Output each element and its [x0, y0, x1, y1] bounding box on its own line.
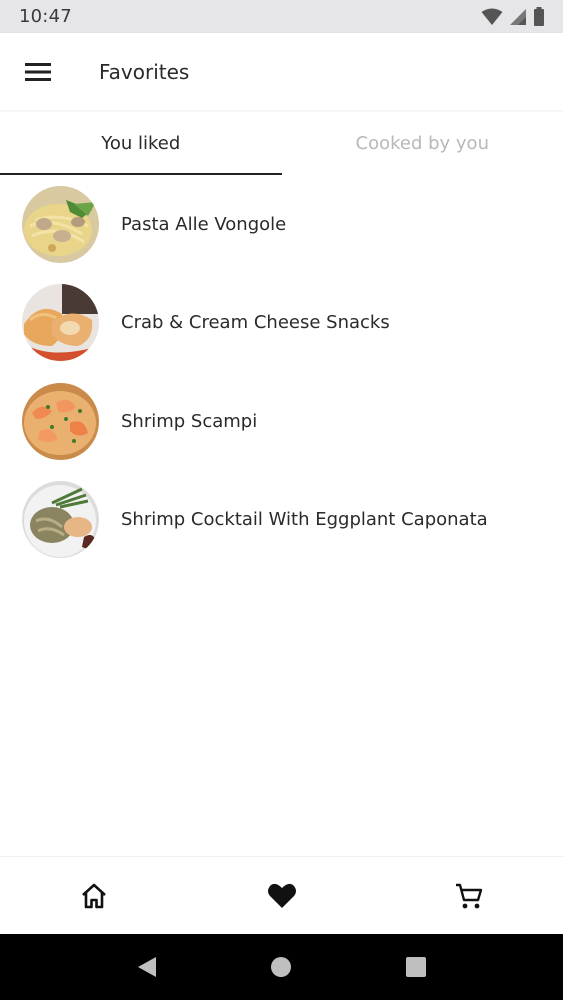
recipe-name: Shrimp Scampi: [121, 410, 258, 432]
list-item[interactable]: Pasta Alle Vongole: [0, 175, 563, 274]
list-item[interactable]: Crab & Cream Cheese Snacks: [0, 274, 563, 373]
recipe-thumbnail: [22, 382, 99, 460]
cart-icon: [456, 883, 483, 908]
system-recents-button[interactable]: [396, 947, 436, 987]
system-back-button[interactable]: [127, 947, 167, 987]
nav-home-button[interactable]: [0, 857, 188, 934]
recipe-thumbnail: [22, 185, 99, 263]
nav-cart-button[interactable]: [375, 857, 563, 934]
bottom-navigation: [0, 856, 563, 934]
favorites-list: Pasta Alle Vongole Crab & Cream Cheese S…: [0, 175, 563, 569]
list-item[interactable]: Shrimp Scampi: [0, 372, 563, 471]
recipe-name: Pasta Alle Vongole: [121, 213, 287, 235]
page-title: Favorites: [99, 59, 190, 84]
list-item[interactable]: Shrimp Cocktail With Eggplant Caponata: [0, 471, 563, 570]
back-triangle-icon: [138, 957, 157, 977]
system-home-button[interactable]: [261, 947, 301, 987]
recents-square-icon: [405, 957, 426, 977]
recipe-name: Shrimp Cocktail With Eggplant Caponata: [121, 509, 488, 531]
menu-button[interactable]: [0, 33, 76, 110]
tab-cooked-by-you[interactable]: Cooked by you: [282, 112, 563, 175]
app-bar: Favorites: [0, 33, 563, 110]
battery-icon: [533, 7, 545, 26]
status-icons: [481, 7, 545, 26]
heart-icon: [267, 883, 296, 908]
recipe-name: Crab & Cream Cheese Snacks: [121, 312, 390, 334]
tab-bar: You liked Cooked by you: [0, 112, 563, 175]
cellular-signal-icon: [509, 8, 527, 26]
recipe-thumbnail: [22, 284, 99, 362]
system-navigation-bar: [0, 934, 563, 1000]
nav-favorites-button[interactable]: [188, 857, 376, 934]
home-icon: [81, 883, 106, 908]
recipe-thumbnail: [22, 481, 99, 559]
status-bar: 10:47: [0, 0, 563, 33]
tab-you-liked[interactable]: You liked: [0, 112, 282, 175]
home-circle-icon: [271, 957, 292, 977]
hamburger-menu-icon: [25, 62, 51, 81]
status-time: 10:47: [19, 6, 72, 27]
wifi-icon: [481, 8, 503, 26]
